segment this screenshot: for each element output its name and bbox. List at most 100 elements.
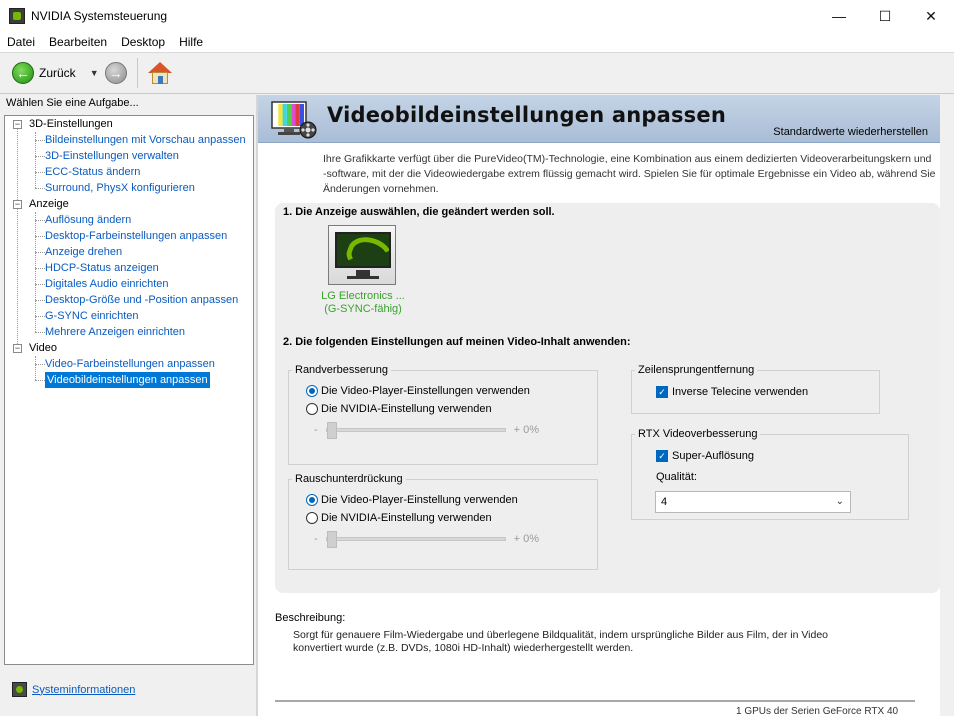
task-ecc-status[interactable]: ECC-Status ändern <box>45 164 140 180</box>
quality-value: 4 <box>661 496 668 508</box>
tree-category-anzeige[interactable]: Anzeige <box>29 196 69 212</box>
task-surround-physx[interactable]: Surround, PhysX konfigurieren <box>45 180 195 196</box>
back-button[interactable]: Zurück <box>39 66 76 80</box>
collapse-3d-icon[interactable]: − <box>13 120 22 129</box>
content-pane: Videobildeinstellungen anpassen Standard… <box>258 95 954 716</box>
menu-datei[interactable]: Datei <box>0 35 42 49</box>
noise-option-nvidia-label: Die NVIDIA-Einstellung verwenden <box>321 512 492 524</box>
toolbar-separator <box>136 58 138 88</box>
edge-slider: - + 0% <box>314 422 540 439</box>
task-hdcp-status[interactable]: HDCP-Status anzeigen <box>45 260 159 276</box>
task-desktop-groesse-position[interactable]: Desktop-Größe und -Position anpassen <box>45 292 238 308</box>
tree-line <box>35 212 36 332</box>
menu-bar: Datei Bearbeiten Desktop Hilfe <box>0 32 954 52</box>
close-button[interactable]: ✕ <box>908 0 954 32</box>
description-line: konvertiert wurde (z.B. DVDs, 1080i HD-I… <box>293 642 634 654</box>
taskbar-hint: 1 GPUs der Serien GeForce RTX 40 <box>736 706 899 716</box>
radio-checked[interactable] <box>306 385 318 397</box>
tree-line <box>35 356 36 380</box>
task-desktop-farbeinstellungen[interactable]: Desktop-Farbeinstellungen anpassen <box>45 228 227 244</box>
noise-option-nvidia[interactable]: Die NVIDIA-Einstellung verwenden <box>306 512 492 524</box>
super-resolution-label: Super-Auflösung <box>672 450 754 462</box>
task-3d-einstellungen-verwalten[interactable]: 3D-Einstellungen verwalten <box>45 148 179 164</box>
display-gsync-label: (G-SYNC-fähig) <box>324 303 402 315</box>
task-videobildeinstellungen[interactable]: Videobildeinstellungen anpassen <box>45 372 210 388</box>
deinterlace-title: Zeilensprungentfernung <box>635 364 758 376</box>
slider-min-label: - <box>314 424 318 436</box>
task-aufloesung[interactable]: Auflösung ändern <box>45 212 131 228</box>
section-1-heading: 1. Die Anzeige auswählen, die geändert w… <box>283 206 555 218</box>
quality-select[interactable]: 4 ⌄ <box>655 491 851 513</box>
intro-line: Änderungen vornehmen. <box>323 183 439 195</box>
description-text: Sorgt für genauere Film-Wiedergabe und ü… <box>293 629 913 655</box>
intro-text: Ihre Grafikkarte verfügt über die PureVi… <box>323 152 938 197</box>
maximize-button[interactable]: ☐ <box>862 0 908 32</box>
window-title: NVIDIA Systemsteuerung <box>31 9 168 23</box>
radio-unchecked[interactable] <box>306 403 318 415</box>
rtx-video-title: RTX Videoverbesserung <box>635 428 761 440</box>
tree-category-3d[interactable]: 3D-Einstellungen <box>29 116 113 132</box>
description-line: Sorgt für genauere Film-Wiedergabe und ü… <box>293 629 829 641</box>
task-digitales-audio[interactable]: Digitales Audio einrichten <box>45 276 169 292</box>
nvidia-app-icon <box>9 8 25 24</box>
intro-line: -software, mit der die Videowiedergabe e… <box>323 168 936 180</box>
back-arrow-icon[interactable]: ← <box>12 62 34 84</box>
radio-unchecked[interactable] <box>306 512 318 524</box>
slider-value-label: + 0% <box>513 424 540 436</box>
menu-desktop[interactable]: Desktop <box>114 35 172 49</box>
edge-enhancement-title: Randverbesserung <box>292 364 391 376</box>
tree-line <box>17 124 18 348</box>
display-name: LG Electronics ... <box>321 290 405 302</box>
system-info-link[interactable]: Systeminformationen <box>32 684 135 696</box>
slider-min-label: - <box>314 533 318 545</box>
page-title: Videobildeinstellungen anpassen <box>327 103 726 127</box>
noise-reduction-title: Rauschunterdrückung <box>292 473 406 485</box>
restore-defaults-link[interactable]: Standardwerte wiederherstellen <box>773 126 928 138</box>
slider-thumb <box>326 422 337 439</box>
home-icon[interactable] <box>147 62 172 84</box>
title-bar: NVIDIA Systemsteuerung — ☐ ✕ <box>0 0 954 32</box>
edge-option-nvidia[interactable]: Die NVIDIA-Einstellung verwenden <box>306 403 492 415</box>
tree-category-video[interactable]: Video <box>29 340 57 356</box>
display-monitor-icon[interactable] <box>328 225 396 285</box>
edge-option-player[interactable]: Die Video-Player-Einstellungen verwenden <box>306 385 530 397</box>
page-header: Videobildeinstellungen anpassen Standard… <box>258 95 940 143</box>
task-gsync-einrichten[interactable]: G-SYNC einrichten <box>45 308 139 324</box>
intro-line: Ihre Grafikkarte verfügt über die PureVi… <box>323 153 932 165</box>
super-resolution-checkbox[interactable]: ✓ Super-Auflösung <box>656 450 754 462</box>
horizontal-scrollbar[interactable] <box>275 700 915 702</box>
inverse-telecine-label: Inverse Telecine verwenden <box>672 386 809 398</box>
task-video-farbeinstellungen[interactable]: Video-Farbeinstellungen anpassen <box>45 356 215 372</box>
slider-value-label: + 0% <box>513 533 540 545</box>
menu-hilfe[interactable]: Hilfe <box>172 35 210 49</box>
noise-slider: - + 0% <box>314 531 540 548</box>
noise-reduction-group <box>288 479 598 570</box>
forward-arrow-icon[interactable]: → <box>104 62 127 84</box>
vertical-scrollbar[interactable] <box>940 95 954 716</box>
checkmark-icon[interactable]: ✓ <box>656 386 668 398</box>
minimize-button[interactable]: — <box>816 0 862 32</box>
edge-option-player-label: Die Video-Player-Einstellungen verwenden <box>321 385 530 397</box>
task-tree: − 3D-Einstellungen Bildeinstellungen mit… <box>4 115 254 665</box>
menu-bearbeiten[interactable]: Bearbeiten <box>42 35 114 49</box>
task-mehrere-anzeigen[interactable]: Mehrere Anzeigen einrichten <box>45 324 185 340</box>
toolbar: ← Zurück ▼ → <box>0 52 954 94</box>
system-info: Systeminformationen <box>12 682 135 697</box>
task-bildeinstellungen-vorschau[interactable]: Bildeinstellungen mit Vorschau anpassen <box>45 132 246 148</box>
noise-option-player[interactable]: Die Video-Player-Einstellung verwenden <box>306 494 518 506</box>
collapse-anzeige-icon[interactable]: − <box>13 200 22 209</box>
task-anzeige-drehen[interactable]: Anzeige drehen <box>45 244 122 260</box>
back-history-dropdown-icon[interactable]: ▼ <box>90 68 99 78</box>
checkmark-icon[interactable]: ✓ <box>656 450 668 462</box>
slider-thumb <box>326 531 337 548</box>
radio-checked[interactable] <box>306 494 318 506</box>
task-panel-header: Wählen Sie eine Aufgabe... <box>0 95 256 115</box>
collapse-video-icon[interactable]: − <box>13 344 22 353</box>
display-label[interactable]: LG Electronics ... (G-SYNC-fähig) <box>308 290 418 316</box>
description-title: Beschreibung: <box>275 612 346 624</box>
inverse-telecine-checkbox[interactable]: ✓ Inverse Telecine verwenden <box>656 386 808 398</box>
quality-label: Qualität: <box>656 471 697 483</box>
noise-option-player-label: Die Video-Player-Einstellung verwenden <box>321 494 518 506</box>
chevron-down-icon: ⌄ <box>835 496 844 507</box>
edge-option-nvidia-label: Die NVIDIA-Einstellung verwenden <box>321 403 492 415</box>
